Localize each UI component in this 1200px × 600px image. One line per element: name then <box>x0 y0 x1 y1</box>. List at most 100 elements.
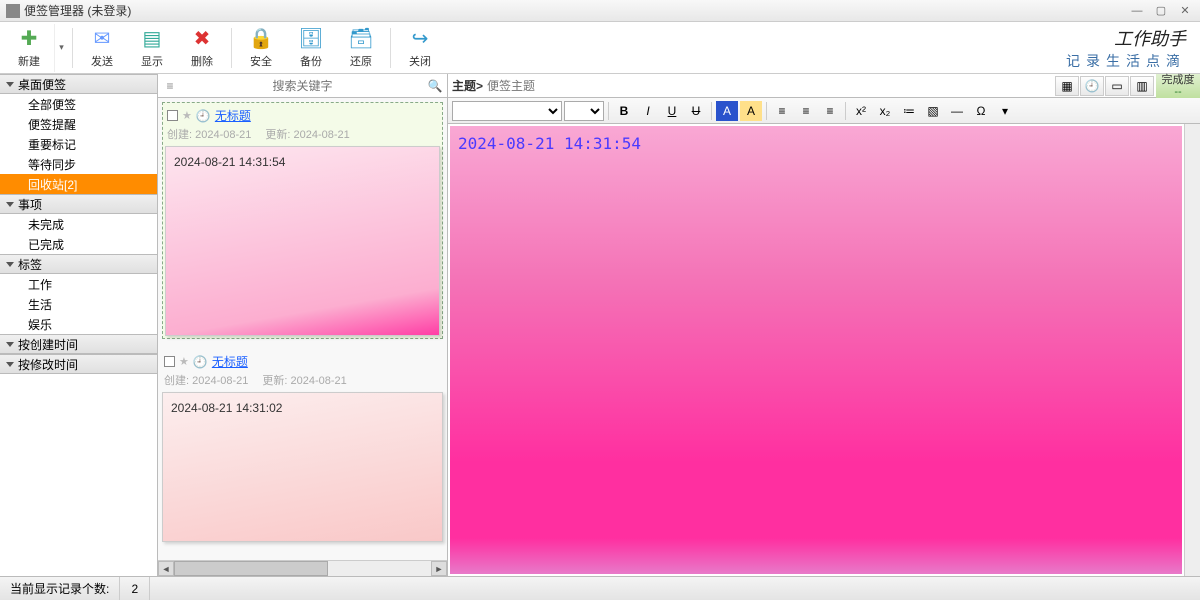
sidebar-item[interactable]: 生活 <box>0 294 157 314</box>
database-icon: 🗄 <box>299 27 323 51</box>
note-body: 2024-08-21 14:31:54 <box>165 146 440 336</box>
underline-button[interactable]: U <box>661 101 683 121</box>
note-title-link[interactable]: 无标题 <box>215 107 251 124</box>
created-date: 创建: 2024-08-21 <box>167 126 251 142</box>
hr-button[interactable]: — <box>946 101 968 121</box>
status-count: 2 <box>120 577 150 600</box>
sidebar-item[interactable]: 已完成 <box>0 234 157 254</box>
maximize-button[interactable]: ▢ <box>1152 4 1170 18</box>
sidebar-item[interactable]: 等待同步 <box>0 154 157 174</box>
bold-button[interactable]: B <box>613 101 635 121</box>
new-button[interactable]: ✚ 新建 <box>4 24 54 72</box>
align-left-button[interactable]: ≡ <box>771 101 793 121</box>
status-label: 当前显示记录个数: <box>0 577 120 600</box>
brand: 工作助手 记录生活点滴 <box>1066 25 1196 71</box>
palette-button[interactable]: ▥ <box>1130 76 1154 96</box>
completion-label: 完成度 <box>1156 74 1200 86</box>
font-size-select[interactable] <box>564 101 604 121</box>
sidebar: 桌面便签全部便签便签提醒重要标记等待同步回收站[2]事项未完成已完成标签工作生活… <box>0 74 158 576</box>
sidebar-item[interactable]: 回收站[2] <box>0 174 157 194</box>
backup-button[interactable]: 🗄 备份 <box>286 24 336 72</box>
restore-button[interactable]: 🗃 还原 <box>336 24 386 72</box>
note-list: ★🕘无标题创建: 2024-08-21更新: 2024-08-212024-08… <box>158 98 447 560</box>
envelope-icon: ✉ <box>90 27 114 51</box>
sidebar-item[interactable]: 工作 <box>0 274 157 294</box>
image-button[interactable]: ▧ <box>922 101 944 121</box>
created-date: 创建: 2024-08-21 <box>164 372 248 388</box>
italic-button[interactable]: I <box>637 101 659 121</box>
editor-canvas[interactable]: 2024-08-21 14:31:54 <box>448 124 1200 576</box>
search-icon[interactable]: 🔍 <box>423 79 447 93</box>
sidebar-item[interactable]: 全部便签 <box>0 94 157 114</box>
sidebar-item[interactable]: 未完成 <box>0 214 157 234</box>
note-list-panel: ≡ 🔍 ★🕘无标题创建: 2024-08-21更新: 2024-08-21202… <box>158 74 448 576</box>
delete-label: 删除 <box>191 53 213 69</box>
checkbox-icon[interactable] <box>167 110 178 121</box>
note-body: 2024-08-21 14:31:02 <box>162 392 443 542</box>
sidebar-item[interactable]: 便签提醒 <box>0 114 157 134</box>
subject-input[interactable] <box>487 79 1055 93</box>
sidebar-group[interactable]: 桌面便签 <box>0 74 157 94</box>
sidebar-item[interactable]: 重要标记 <box>0 134 157 154</box>
editor-panel: 主题> ▦ 🕘 ▭ ▥ 完成度 -- B I U U A A <box>448 74 1200 576</box>
updated-date: 更新: 2024-08-21 <box>265 126 349 142</box>
note-card[interactable]: ★🕘无标题创建: 2024-08-21更新: 2024-08-212024-08… <box>162 351 443 542</box>
align-right-button[interactable]: ≡ <box>819 101 841 121</box>
card-button[interactable]: ▭ <box>1105 76 1129 96</box>
clock-icon: 🕘 <box>193 355 208 369</box>
close-label: 关闭 <box>409 53 431 69</box>
door-icon: ↪ <box>408 27 432 51</box>
strike-button[interactable]: U <box>685 101 707 121</box>
more-button[interactable]: ▾ <box>994 101 1016 121</box>
subscript-button[interactable]: x₂ <box>874 101 896 121</box>
list-icon[interactable]: ≡ <box>158 79 182 93</box>
font-color-button[interactable]: A <box>716 101 738 121</box>
close-button[interactable]: ↪ 关闭 <box>395 24 445 72</box>
scroll-thumb[interactable] <box>174 561 328 576</box>
format-toolbar: B I U U A A ≡ ≡ ≡ x² x₂ ≔ ▧ — Ω ▾ <box>448 98 1200 124</box>
highlight-button[interactable]: A <box>740 101 762 121</box>
minimize-button[interactable]: — <box>1128 4 1146 18</box>
plus-icon: ✚ <box>17 27 41 51</box>
safe-button[interactable]: 🔒 安全 <box>236 24 286 72</box>
x-icon: ✖ <box>190 27 214 51</box>
delete-button[interactable]: ✖ 删除 <box>177 24 227 72</box>
layers-icon: ▤ <box>140 27 164 51</box>
new-dropdown[interactable]: ▾ <box>54 24 68 72</box>
completion-indicator[interactable]: 完成度 -- <box>1156 74 1200 98</box>
close-window-button[interactable]: ✕ <box>1176 4 1194 18</box>
sidebar-group[interactable]: 按修改时间 <box>0 354 157 374</box>
show-button[interactable]: ▤ 显示 <box>127 24 177 72</box>
clock-icon: 🕘 <box>196 109 211 123</box>
superscript-button[interactable]: x² <box>850 101 872 121</box>
align-center-button[interactable]: ≡ <box>795 101 817 121</box>
safe-label: 安全 <box>250 53 272 69</box>
restore-label: 还原 <box>350 53 372 69</box>
scroll-right-arrow[interactable]: ► <box>431 561 447 576</box>
sidebar-item[interactable]: 娱乐 <box>0 314 157 334</box>
search-row: ≡ 🔍 <box>158 74 447 98</box>
symbol-button[interactable]: Ω <box>970 101 992 121</box>
note-card[interactable]: ★ 🕘 无标题创建: 2024-08-21 更新: 2024-08-21 2024-08… <box>162 102 443 339</box>
sidebar-group[interactable]: 标签 <box>0 254 157 274</box>
font-family-select[interactable] <box>452 101 562 121</box>
sidebar-group[interactable]: 按创建时间 <box>0 334 157 354</box>
star-icon[interactable]: ★ <box>182 109 192 122</box>
note-title-link[interactable]: 无标题 <box>212 353 248 370</box>
scroll-left-arrow[interactable]: ◄ <box>158 561 174 576</box>
view-tiles-button[interactable]: ▦ <box>1055 76 1079 96</box>
sidebar-group[interactable]: 事项 <box>0 194 157 214</box>
horizontal-scrollbar[interactable]: ◄ ► <box>158 560 447 576</box>
send-button[interactable]: ✉ 发送 <box>77 24 127 72</box>
brand-line2: 记录生活点滴 <box>1066 51 1186 71</box>
vertical-scrollbar[interactable] <box>1184 124 1200 576</box>
show-label: 显示 <box>141 53 163 69</box>
clock-button[interactable]: 🕘 <box>1080 76 1104 96</box>
bullet-list-button[interactable]: ≔ <box>898 101 920 121</box>
search-input[interactable] <box>182 79 423 93</box>
star-icon[interactable]: ★ <box>179 355 189 368</box>
canvas-text: 2024-08-21 14:31:54 <box>458 134 641 153</box>
checkbox-icon[interactable] <box>164 356 175 367</box>
title-bar: 便签管理器 (未登录) — ▢ ✕ <box>0 0 1200 22</box>
main-toolbar: ✚ 新建 ▾ ✉ 发送 ▤ 显示 ✖ 删除 🔒 安全 🗄 备份 🗃 还原 ↪ 关… <box>0 22 1200 74</box>
